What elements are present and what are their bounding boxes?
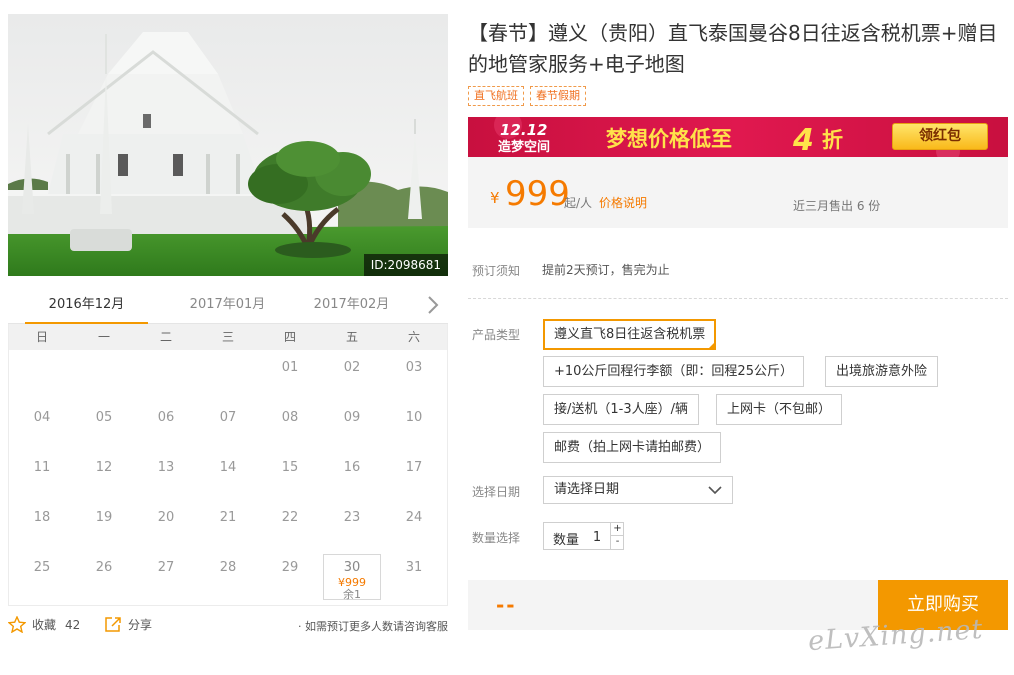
favorite-label: 收藏 <box>32 618 57 632</box>
calendar-day: 13 <box>157 460 175 475</box>
quantity-label: 数量选择 <box>472 531 521 545</box>
share-label: 分享 <box>128 618 153 632</box>
calendar-day-available[interactable]: 30 ¥999 余1 <box>323 554 381 601</box>
calendar-day: 21 <box>219 510 237 525</box>
calendar-day: 06 <box>157 410 175 425</box>
chevron-down-icon <box>708 486 722 495</box>
date-label: 选择日期 <box>472 485 521 499</box>
weekday-sun: 日 <box>35 330 48 344</box>
banner-logo-number: 12.12 <box>500 121 547 139</box>
calendar-day: 26 <box>95 560 113 575</box>
weekday-sat: 六 <box>407 330 420 344</box>
price-amount: 999 <box>505 174 570 214</box>
star-icon <box>8 616 26 633</box>
quantity-stepper: 数量 + - <box>543 522 624 550</box>
calendar-day: 10 <box>405 410 423 425</box>
available-day-number: 30 <box>343 560 361 575</box>
calendar-day: 18 <box>33 510 51 525</box>
calendar-day: 01 <box>281 360 299 375</box>
calendar-day: 08 <box>281 410 299 425</box>
date-select-value: 请选择日期 <box>554 482 620 497</box>
share-icon <box>105 617 121 632</box>
total-price: -- <box>496 593 517 617</box>
tag-spring-festival: 春节假期 <box>530 86 586 106</box>
quantity-increase-button[interactable]: + <box>610 523 624 536</box>
calendar-day: 14 <box>219 460 237 475</box>
price-box: ¥ 999 起/人 价格说明 近三月售出 6 份 <box>468 157 1008 228</box>
image-id-badge: ID:2098681 <box>363 254 448 276</box>
product-photo: ID:2098681 <box>8 14 448 276</box>
month-tab-1[interactable]: 2016年12月 <box>25 288 148 324</box>
temple-photo <box>8 14 448 276</box>
weekday-fri: 五 <box>345 330 358 344</box>
calendar-day: 24 <box>405 510 423 525</box>
month-tabs: 2016年12月 2017年01月 2017年02月 <box>8 288 448 324</box>
banner-logo-text: 造梦空间 <box>498 139 550 155</box>
next-month-button[interactable] <box>424 294 442 316</box>
option-travel-insurance[interactable]: 出境旅游意外险 <box>825 356 939 387</box>
date-select[interactable]: 请选择日期 <box>543 476 733 504</box>
calendar-day: 04 <box>33 410 51 425</box>
price-currency: ¥ <box>490 189 500 207</box>
calendar-day: 16 <box>343 460 361 475</box>
calendar-day: 25 <box>33 560 51 575</box>
price-explain-link[interactable]: 价格说明 <box>599 194 647 211</box>
option-extra-baggage[interactable]: +10公斤回程行李额（即：回程25公斤） <box>543 356 804 387</box>
weekday-tue: 二 <box>159 330 172 344</box>
share-button[interactable]: 分享 <box>104 616 152 633</box>
calendar-day: 29 <box>281 560 299 575</box>
banner-discount: 4 <box>792 123 814 157</box>
calendar-day: 12 <box>95 460 113 475</box>
weekday-wed: 三 <box>221 330 234 344</box>
promo-banner[interactable]: 12.12 造梦空间 梦想价格低至 4 折 领红包 <box>468 117 1008 157</box>
calendar-day: 19 <box>95 510 113 525</box>
quantity-decrease-button[interactable]: - <box>610 536 624 549</box>
product-type-label: 产品类型 <box>472 328 521 342</box>
favorite-button[interactable]: 收藏 42 <box>8 616 80 633</box>
calendar-day: 09 <box>343 410 361 425</box>
calendar-day: 02 <box>343 360 361 375</box>
option-flight-ticket[interactable]: 遵义直飞8日往返含税机票 <box>543 319 717 350</box>
option-sim-card[interactable]: 上网卡（不包邮） <box>716 394 843 425</box>
weekday-header: 日 一 二 三 四 五 六 <box>9 324 447 350</box>
calendar-day: 07 <box>219 410 237 425</box>
calendar-day: 20 <box>157 510 175 525</box>
calendar-day: 17 <box>405 460 423 475</box>
calendar-day: 31 <box>405 560 423 575</box>
calendar-day: 03 <box>405 360 423 375</box>
product-actions: 收藏 42 分享 · 如需预订更多人数请咨询客服 <box>8 614 448 636</box>
option-airport-transfer[interactable]: 接/送机（1-3人座）/辆 <box>543 394 699 425</box>
calendar-day: 23 <box>343 510 361 525</box>
consult-note: · 如需预订更多人数请咨询客服 <box>298 620 448 633</box>
weekday-thu: 四 <box>283 330 296 344</box>
notice-label: 预订须知 <box>472 264 521 278</box>
available-day-stock: 余1 <box>343 588 361 601</box>
calendar-day: 05 <box>95 410 113 425</box>
chevron-right-icon <box>428 296 439 314</box>
banner-discount-unit: 折 <box>822 128 843 152</box>
notice-text: 提前2天预订，售完为止 <box>542 263 670 277</box>
banner-slogan: 梦想价格低至 <box>606 127 732 151</box>
month-tab-3[interactable]: 2017年02月 <box>290 288 413 324</box>
price-unit: 起/人 <box>564 196 593 210</box>
tag-direct-flight: 直飞航班 <box>468 86 524 106</box>
option-postage[interactable]: 邮费（拍上网卡请拍邮费） <box>543 432 722 463</box>
calendar-day: 11 <box>33 460 51 475</box>
calendar-day: 28 <box>219 560 237 575</box>
claim-coupon-button[interactable]: 领红包 <box>892 123 988 150</box>
favorite-count: 42 <box>65 617 81 632</box>
calendar-day: 22 <box>281 510 299 525</box>
weekday-mon: 一 <box>97 330 110 344</box>
quantity-inline-label: 数量 <box>553 533 580 548</box>
sold-count: 近三月售出 6 份 <box>793 199 881 213</box>
month-tab-2[interactable]: 2017年01月 <box>166 288 289 324</box>
quantity-input[interactable] <box>586 528 608 546</box>
product-tags: 直飞航班 春节假期 <box>468 86 586 106</box>
calendar-day: 15 <box>281 460 299 475</box>
divider <box>468 298 1008 299</box>
calendar: 日 一 二 三 四 五 六 01 02 03 04 05 06 07 08 09… <box>8 324 448 606</box>
calendar-day: 27 <box>157 560 175 575</box>
product-title: 【春节】遵义（贵阳）直飞泰国曼谷8日往返含税机票+赠目的地管家服务+电子地图 <box>468 21 998 76</box>
